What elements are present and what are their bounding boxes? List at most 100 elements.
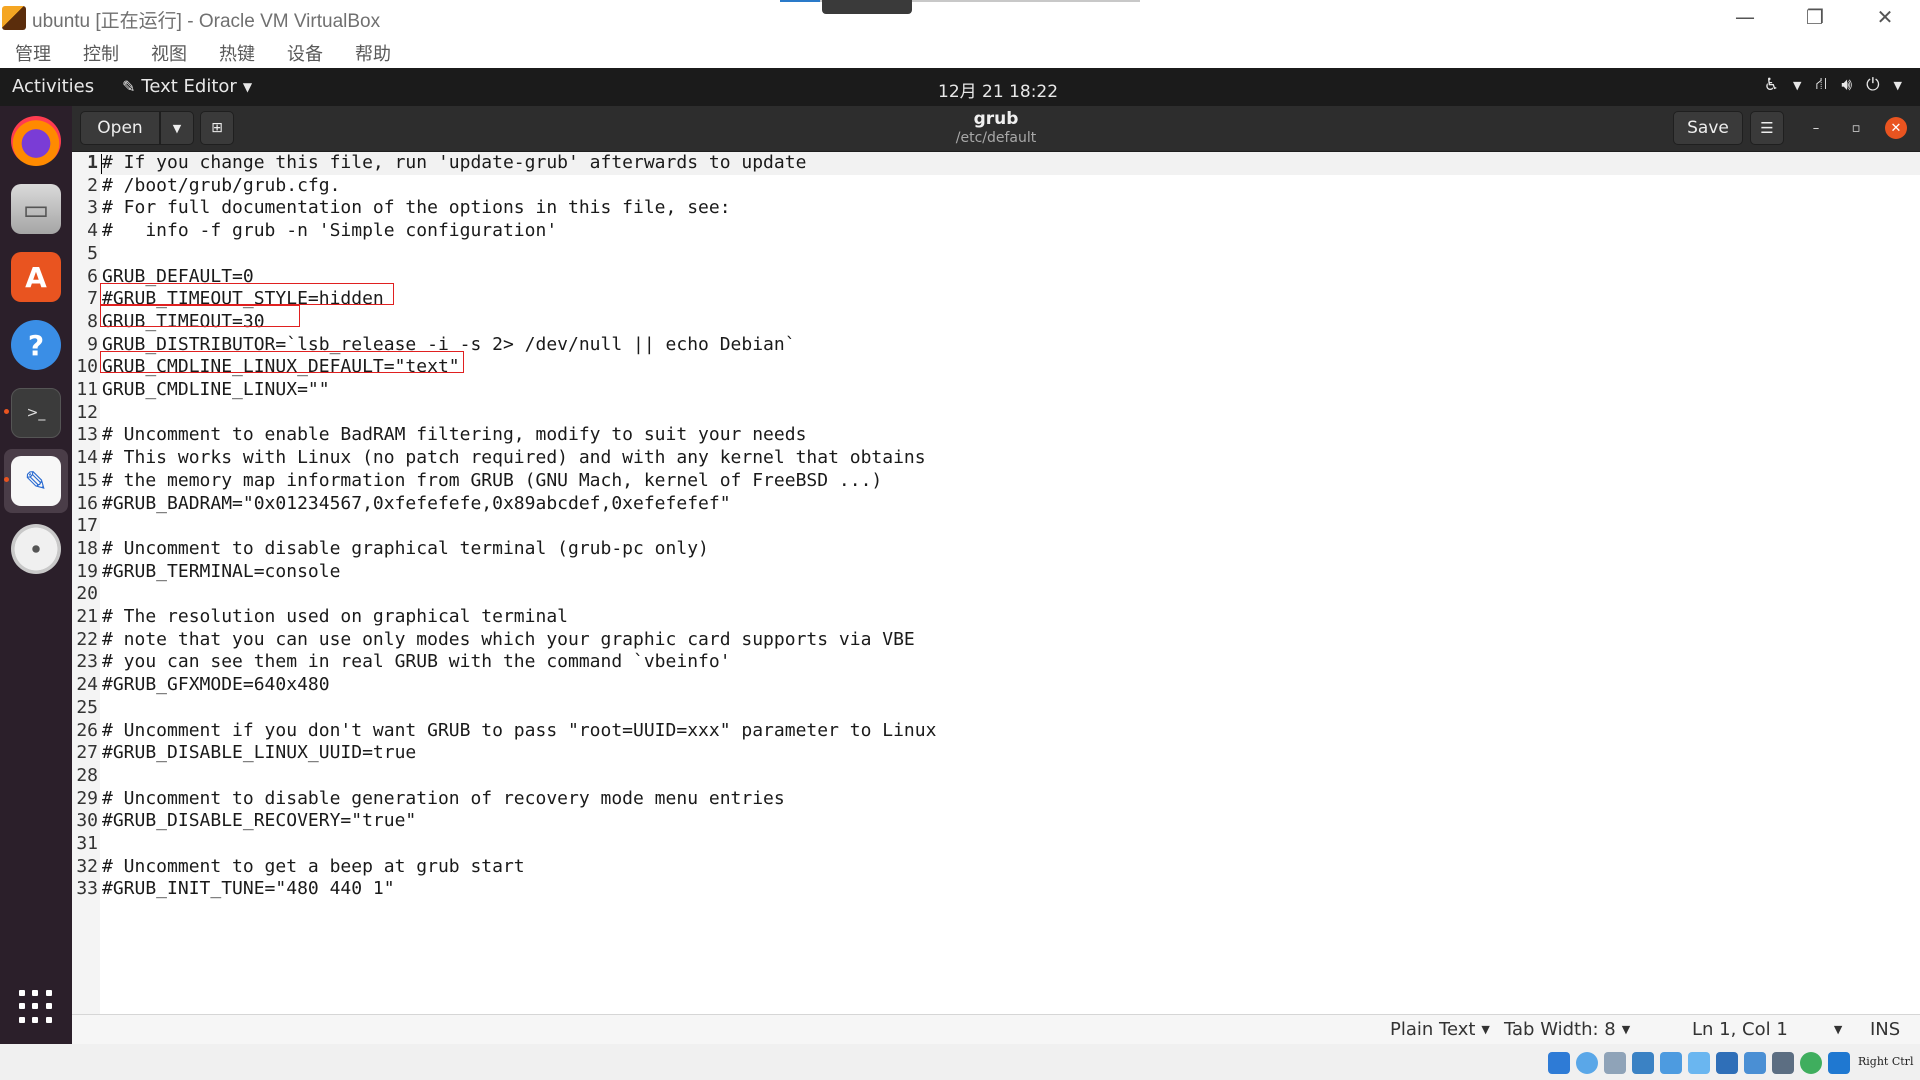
text-editor-icon[interactable]: ✎ [11, 456, 61, 506]
code-line[interactable]: # the memory map information from GRUB (… [102, 470, 882, 493]
line-number: 29 [76, 787, 98, 809]
recording-icon[interactable] [1744, 1052, 1766, 1074]
text-editor-small-icon: ✎ [122, 77, 136, 96]
code-line[interactable]: # Uncomment if you don't want GRUB to pa… [102, 720, 936, 743]
line-number: 20 [76, 583, 98, 605]
accessibility-icon[interactable]: ♿ [1764, 75, 1779, 95]
hard-disk-icon[interactable] [1548, 1052, 1570, 1074]
mouse-integration-icon[interactable] [1828, 1052, 1850, 1074]
menu-control[interactable]: 控制 [83, 40, 119, 66]
minimize-button[interactable]: — [1710, 0, 1780, 34]
menu-help[interactable]: 帮助 [355, 40, 391, 66]
code-line[interactable]: # The resolution used on graphical termi… [102, 606, 568, 629]
chevron-down-icon: ▼ [1833, 1023, 1843, 1036]
network-adapter-icon[interactable] [1632, 1052, 1654, 1074]
code-line[interactable]: #GRUB_INIT_TUNE="480 440 1" [102, 878, 395, 901]
virtualbox-app-icon [2, 6, 26, 30]
line-number: 8 [87, 310, 98, 332]
menu-devices[interactable]: 设备 [287, 40, 323, 66]
line-number: 26 [76, 719, 98, 741]
software-icon[interactable]: A [11, 252, 61, 302]
code-line[interactable]: # Uncomment to enable BadRAM filtering, … [102, 424, 806, 447]
activities-button[interactable]: Activities [12, 76, 94, 97]
files-icon[interactable]: ▭ [11, 184, 61, 234]
cd-icon[interactable] [11, 524, 61, 574]
network-icon[interactable]: ⛙ [1815, 74, 1827, 96]
line-number: 23 [76, 651, 98, 673]
line-number: 25 [76, 696, 98, 718]
chevron-down-icon: ▼ [1893, 78, 1902, 92]
line-number: 32 [76, 855, 98, 877]
annotation-box [100, 283, 394, 305]
system-tray[interactable]: ♿ ▼ ⛙ 🔊︎ ⏻ ▼ [1764, 74, 1902, 96]
text-editor-area[interactable]: 1 2 3 4 5 6 7 8 9 10 11 12 13 14 15 16 17 18 19 20 21 22 23 24 2… [72, 152, 1920, 1014]
chevron-down-icon: ▼ [1621, 1023, 1631, 1036]
display-icon[interactable] [1716, 1052, 1738, 1074]
code-line[interactable]: # /boot/grub/grub.cfg. [102, 175, 340, 198]
vbox-titlebar: ubuntu [正在运行] - Oracle VM VirtualBox — ❐… [0, 0, 1920, 34]
editor-header-bar: Open ▼ ⊞ grub /etc/default Save ☰ – ▫ ✕ [72, 106, 1920, 152]
maximize-icon[interactable]: ▫ [1845, 117, 1867, 139]
line-number: 2 [87, 174, 98, 196]
code-line[interactable]: #GRUB_TERMINAL=console [102, 561, 340, 584]
code-line[interactable]: # Uncomment to get a beep at grub start [102, 856, 525, 879]
shared-folders-icon[interactable] [1688, 1052, 1710, 1074]
language-label: Plain Text [1390, 1019, 1476, 1040]
cpu-icon[interactable] [1772, 1052, 1794, 1074]
line-number: 24 [76, 674, 98, 696]
annotation-box [100, 351, 464, 373]
code-line[interactable]: #GRUB_BADRAM="0x01234567,0xfefefefe,0x89… [102, 493, 731, 516]
volume-icon[interactable]: 🔊︎ [1841, 75, 1852, 95]
audio-icon[interactable] [1604, 1052, 1626, 1074]
menu-hotkeys[interactable]: 热键 [219, 40, 255, 66]
window-title: ubuntu [正在运行] - Oracle VM VirtualBox [32, 11, 381, 32]
dock: ▭ A ? >_ ✎ [0, 106, 72, 1044]
cursor-position-selector[interactable]: Ln 1, Col 1 ▼ [1692, 1019, 1842, 1040]
editor-status-bar: Plain Text ▼ Tab Width: 8 ▼ Ln 1, Col 1 … [72, 1014, 1920, 1044]
restore-button[interactable]: ❐ [1780, 0, 1850, 34]
mini-toolbar-handle[interactable] [822, 0, 912, 14]
insert-mode-indicator[interactable]: INS [1870, 1019, 1900, 1040]
code-line[interactable]: # info -f grub -n 'Simple configuration' [102, 220, 557, 243]
firefox-icon[interactable] [11, 116, 61, 166]
app-menu[interactable]: ✎ Text Editor ▼ [122, 76, 252, 97]
code-line[interactable]: # If you change this file, run 'update-g… [102, 152, 806, 175]
optical-drive-icon[interactable] [1576, 1052, 1598, 1074]
hamburger-menu-icon[interactable]: ☰ [1750, 111, 1784, 145]
menu-manage[interactable]: 管理 [15, 40, 51, 66]
terminal-icon[interactable]: >_ [11, 388, 61, 438]
help-icon[interactable]: ? [11, 320, 61, 370]
tab-width-selector[interactable]: Tab Width: 8 ▼ [1504, 1019, 1630, 1040]
text-cursor [101, 154, 102, 174]
show-applications-icon[interactable] [19, 990, 53, 1024]
code-line[interactable]: #GRUB_GFXMODE=640x480 [102, 674, 330, 697]
code-line[interactable]: # Uncomment to disable graphical termina… [102, 538, 709, 561]
minimize-icon[interactable]: – [1805, 117, 1827, 139]
power-icon[interactable]: ⏻ [1866, 75, 1879, 95]
line-number: 17 [76, 515, 98, 537]
line-number: 9 [87, 333, 98, 355]
save-button[interactable]: Save [1673, 111, 1743, 145]
line-number: 18 [76, 537, 98, 559]
code-line[interactable]: #GRUB_DISABLE_LINUX_UUID=true [102, 742, 416, 765]
menu-view[interactable]: 视图 [151, 40, 187, 66]
code-line[interactable]: # note that you can use only modes which… [102, 629, 915, 652]
line-number: 4 [87, 220, 98, 242]
code-line[interactable]: #GRUB_DISABLE_RECOVERY="true" [102, 810, 416, 833]
code-line[interactable]: # Uncomment to disable generation of rec… [102, 788, 785, 811]
code-line[interactable]: # This works with Linux (no patch requir… [102, 447, 926, 470]
close-button[interactable]: ✕ [1850, 0, 1920, 34]
close-icon[interactable]: ✕ [1885, 117, 1907, 139]
guest-additions-icon[interactable] [1800, 1052, 1822, 1074]
code-line[interactable]: GRUB_CMDLINE_LINUX="" [102, 379, 330, 402]
clock[interactable]: 12月 21 18:22 [938, 77, 1058, 102]
gnome-top-bar: Activities ✎ Text Editor ▼ 12月 21 18:22 … [0, 68, 1920, 106]
language-selector[interactable]: Plain Text ▼ [1390, 1019, 1490, 1040]
code-line[interactable]: # For full documentation of the options … [102, 197, 731, 220]
line-number: 27 [76, 742, 98, 764]
code-line[interactable]: # you can see them in real GRUB with the… [102, 651, 731, 674]
usb-icon[interactable] [1660, 1052, 1682, 1074]
running-indicator [4, 409, 9, 414]
line-number: 30 [76, 810, 98, 832]
line-number: 31 [76, 833, 98, 854]
